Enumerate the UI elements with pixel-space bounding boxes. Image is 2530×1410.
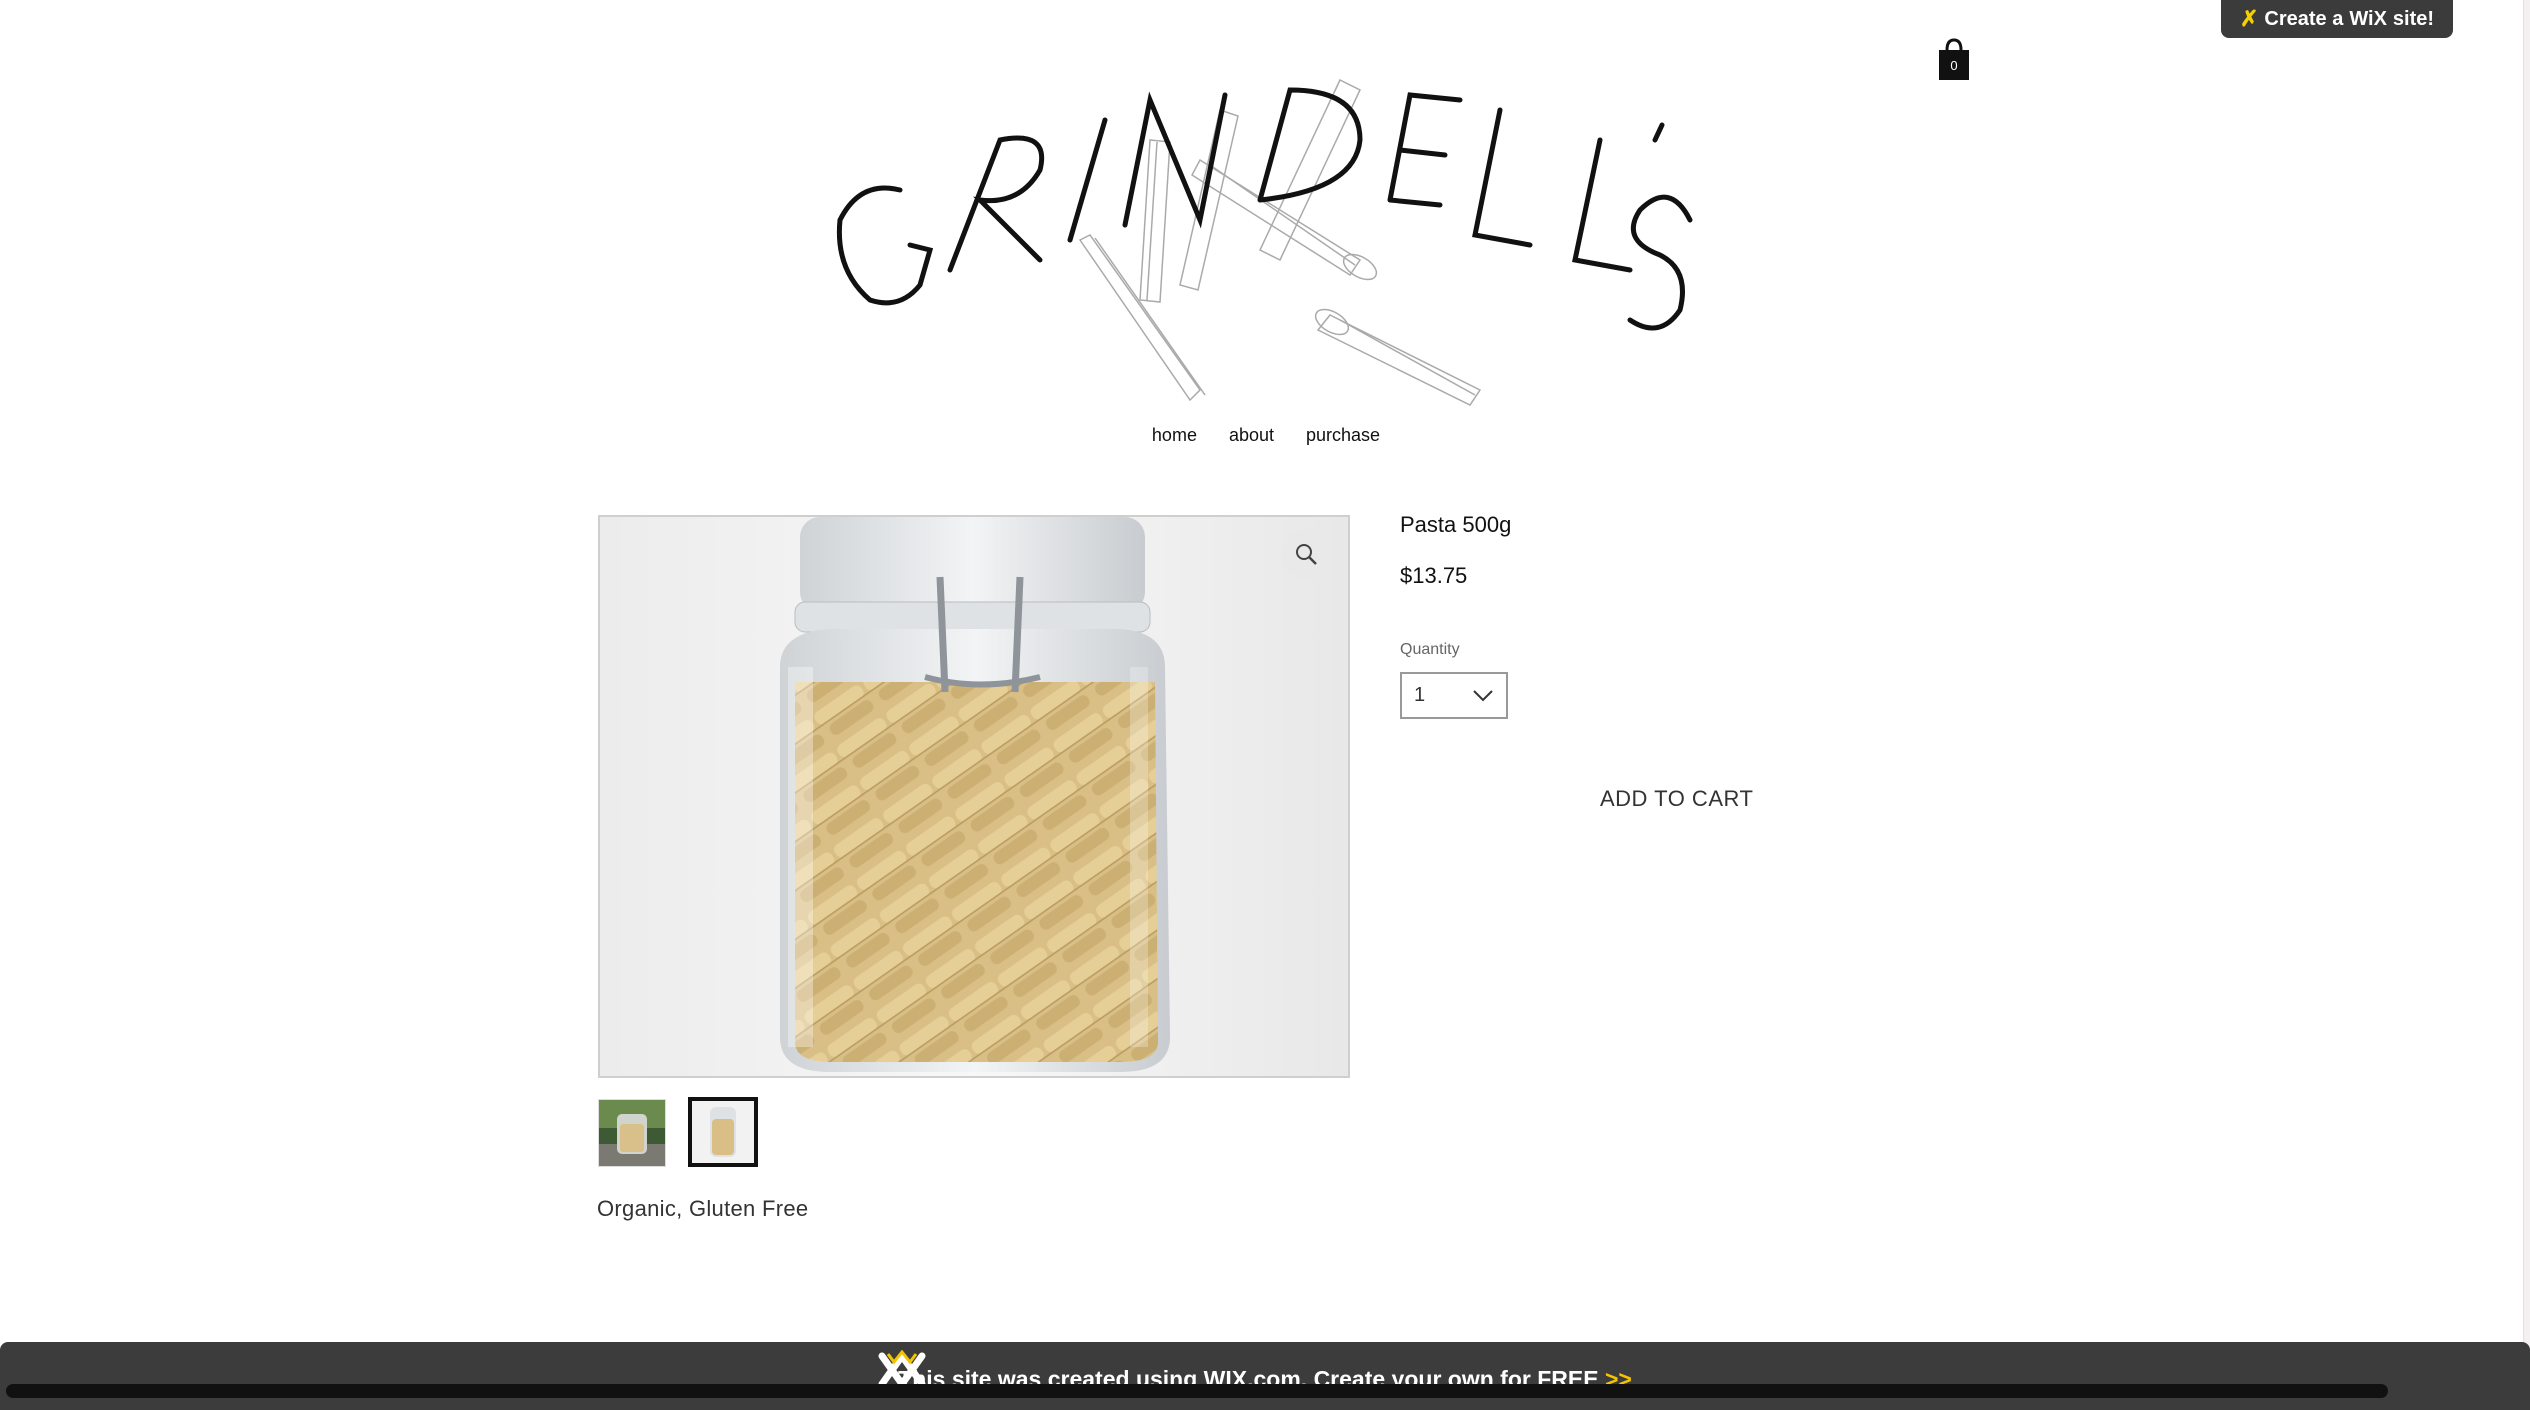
main-nav: home about purchase	[0, 425, 2530, 446]
wix-banner-prefix: Create a	[2264, 7, 2344, 30]
quantity-label: Quantity	[1400, 641, 1460, 658]
wix-banner-brand: WiX	[2349, 7, 2387, 30]
wix-footer-banner[interactable]: This site was created using WIX.com. Cre…	[0, 1342, 2530, 1410]
add-to-cart-button[interactable]: ADD TO CART	[1600, 786, 1753, 812]
product-description: Organic, Gluten Free	[597, 1196, 809, 1221]
product-thumbnail-1[interactable]	[598, 1099, 666, 1167]
zoom-button[interactable]	[1281, 529, 1331, 579]
product-main-image[interactable]	[598, 515, 1350, 1078]
product-title: Pasta 500g	[1400, 512, 1512, 537]
create-wix-site-banner[interactable]: ✗ Create a WiX site!	[2221, 0, 2453, 38]
thumbnail-jar-outdoor-image	[599, 1100, 665, 1166]
cart-count: 0	[1950, 58, 1958, 73]
grindells-logo-graphic	[836, 78, 1693, 406]
product-thumbnail-2[interactable]	[688, 1097, 758, 1167]
wix-banner-suffix: site!	[2392, 7, 2435, 30]
thumbnail-jar-studio-image	[692, 1101, 754, 1163]
nav-about[interactable]: about	[1229, 425, 1274, 446]
product-price: $13.75	[1400, 563, 1468, 588]
cart-button[interactable]: 0	[1937, 38, 1971, 82]
nav-purchase[interactable]: purchase	[1306, 425, 1380, 446]
magnifier-icon	[1296, 544, 1317, 565]
wix-x-icon: ✗	[2239, 6, 2259, 31]
page-edge	[2523, 0, 2530, 1410]
chevron-down-icon	[1473, 689, 1493, 701]
horizontal-scrollbar[interactable]	[6, 1384, 2388, 1398]
quantity-select[interactable]: 1	[1400, 672, 1508, 719]
pasta-jar-image	[600, 517, 1348, 1076]
nav-home[interactable]: home	[1152, 425, 1197, 446]
site-logo[interactable]	[820, 70, 1700, 415]
quantity-value: 1	[1414, 684, 1426, 706]
